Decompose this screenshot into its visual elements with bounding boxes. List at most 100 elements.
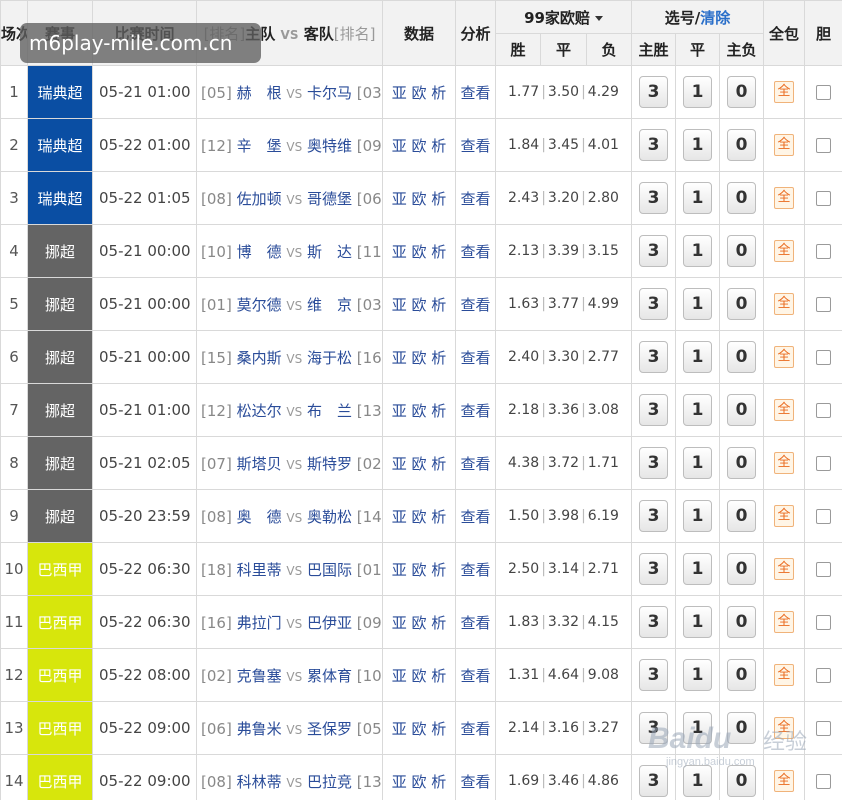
pick-1-button[interactable]: 1 [683, 341, 712, 373]
home-team-link[interactable]: 科林蒂 [237, 773, 282, 791]
pick-0-button[interactable]: 0 [727, 394, 757, 426]
select-all-button[interactable]: 全 [774, 558, 795, 580]
home-team-link[interactable]: 弗拉门 [237, 614, 282, 632]
pick-3-button[interactable]: 3 [639, 288, 668, 320]
away-team-link[interactable]: 卡尔马 [307, 84, 352, 102]
pick-3-button[interactable]: 3 [639, 76, 668, 108]
pick-1-button[interactable]: 1 [683, 129, 712, 161]
pick-0-button[interactable]: 0 [727, 606, 757, 638]
pick-3-button[interactable]: 3 [639, 606, 668, 638]
data-links[interactable]: 亚 欧 析 [382, 383, 456, 437]
analysis-link[interactable]: 查看 [455, 383, 496, 437]
data-links[interactable]: 亚 欧 析 [382, 65, 456, 119]
select-all-button[interactable]: 全 [774, 505, 795, 527]
dan-checkbox[interactable] [816, 668, 832, 683]
data-links[interactable]: 亚 欧 析 [382, 224, 456, 278]
dan-checkbox[interactable] [816, 721, 832, 736]
select-all-button[interactable]: 全 [774, 664, 795, 686]
league-badge[interactable]: 巴西甲 [27, 542, 93, 596]
league-badge[interactable]: 瑞典超 [27, 118, 93, 172]
dan-checkbox[interactable] [816, 456, 832, 471]
league-badge[interactable]: 挪超 [27, 383, 93, 437]
away-team-link[interactable]: 累体育 [307, 667, 352, 685]
dan-checkbox[interactable] [816, 509, 832, 524]
pick-0-button[interactable]: 0 [727, 235, 757, 267]
pick-1-button[interactable]: 1 [683, 76, 712, 108]
analysis-link[interactable]: 查看 [455, 330, 496, 384]
away-team-link[interactable]: 哥德堡 [307, 190, 352, 208]
analysis-link[interactable]: 查看 [455, 648, 496, 702]
analysis-link[interactable]: 查看 [455, 754, 496, 800]
pick-0-button[interactable]: 0 [727, 341, 757, 373]
league-badge[interactable]: 挪超 [27, 436, 93, 490]
data-links[interactable]: 亚 欧 析 [382, 171, 456, 225]
pick-0-button[interactable]: 0 [727, 288, 757, 320]
select-all-button[interactable]: 全 [774, 293, 795, 315]
pick-1-button[interactable]: 1 [683, 288, 712, 320]
away-team-link[interactable]: 布 兰 [307, 402, 352, 420]
home-team-link[interactable]: 赫 根 [237, 84, 282, 102]
dan-checkbox[interactable] [816, 244, 832, 259]
data-links[interactable]: 亚 欧 析 [382, 595, 456, 649]
data-links[interactable]: 亚 欧 析 [382, 701, 456, 755]
pick-3-button[interactable]: 3 [639, 129, 668, 161]
pick-0-button[interactable]: 0 [727, 129, 757, 161]
home-team-link[interactable]: 莫尔德 [237, 296, 282, 314]
league-badge[interactable]: 瑞典超 [27, 171, 93, 225]
select-all-button[interactable]: 全 [774, 452, 795, 474]
league-badge[interactable]: 巴西甲 [27, 754, 93, 800]
analysis-link[interactable]: 查看 [455, 436, 496, 490]
pick-1-button[interactable]: 1 [683, 553, 712, 585]
select-all-button[interactable]: 全 [774, 611, 795, 633]
home-team-link[interactable]: 克鲁塞 [237, 667, 282, 685]
pick-1-button[interactable]: 1 [683, 659, 712, 691]
pick-1-button[interactable]: 1 [683, 394, 712, 426]
league-badge[interactable]: 巴西甲 [27, 648, 93, 702]
dan-checkbox[interactable] [816, 562, 832, 577]
select-all-button[interactable]: 全 [774, 346, 795, 368]
dan-checkbox[interactable] [816, 138, 832, 153]
away-team-link[interactable]: 圣保罗 [307, 720, 352, 738]
dan-checkbox[interactable] [816, 297, 832, 312]
pick-0-button[interactable]: 0 [727, 447, 757, 479]
league-badge[interactable]: 挪超 [27, 224, 93, 278]
league-badge[interactable]: 巴西甲 [27, 595, 93, 649]
away-team-link[interactable]: 斯 达 [307, 243, 352, 261]
pick-3-button[interactable]: 3 [639, 182, 668, 214]
pick-1-button[interactable]: 1 [683, 606, 712, 638]
dan-checkbox[interactable] [816, 191, 832, 206]
home-team-link[interactable]: 弗鲁米 [237, 720, 282, 738]
league-badge[interactable]: 巴西甲 [27, 701, 93, 755]
away-team-link[interactable]: 巴国际 [307, 561, 352, 579]
dan-checkbox[interactable] [816, 403, 832, 418]
dan-checkbox[interactable] [816, 615, 832, 630]
data-links[interactable]: 亚 欧 析 [382, 489, 456, 543]
select-all-button[interactable]: 全 [774, 187, 795, 209]
home-team-link[interactable]: 奥 德 [237, 508, 282, 526]
pick-3-button[interactable]: 3 [639, 447, 668, 479]
pick-1-button[interactable]: 1 [683, 182, 712, 214]
home-team-link[interactable]: 科里蒂 [237, 561, 282, 579]
home-team-link[interactable]: 博 德 [237, 243, 282, 261]
clear-link[interactable]: 清除 [700, 9, 730, 27]
analysis-link[interactable]: 查看 [455, 595, 496, 649]
league-badge[interactable]: 挪超 [27, 277, 93, 331]
away-team-link[interactable]: 斯特罗 [307, 455, 352, 473]
league-badge[interactable]: 瑞典超 [27, 65, 93, 119]
select-all-button[interactable]: 全 [774, 399, 795, 421]
away-team-link[interactable]: 巴伊亚 [307, 614, 352, 632]
pick-0-button[interactable]: 0 [727, 500, 757, 532]
pick-0-button[interactable]: 0 [727, 182, 757, 214]
dan-checkbox[interactable] [816, 774, 832, 789]
analysis-link[interactable]: 查看 [455, 701, 496, 755]
odds-company-select[interactable]: 99家欧赔 [495, 0, 632, 34]
select-all-button[interactable]: 全 [774, 240, 795, 262]
data-links[interactable]: 亚 欧 析 [382, 118, 456, 172]
select-all-button[interactable]: 全 [774, 134, 795, 156]
pick-0-button[interactable]: 0 [727, 659, 757, 691]
pick-3-button[interactable]: 3 [639, 235, 668, 267]
pick-3-button[interactable]: 3 [639, 394, 668, 426]
away-team-link[interactable]: 巴拉竞 [307, 773, 352, 791]
pick-0-button[interactable]: 0 [727, 553, 757, 585]
pick-1-button[interactable]: 1 [683, 235, 712, 267]
